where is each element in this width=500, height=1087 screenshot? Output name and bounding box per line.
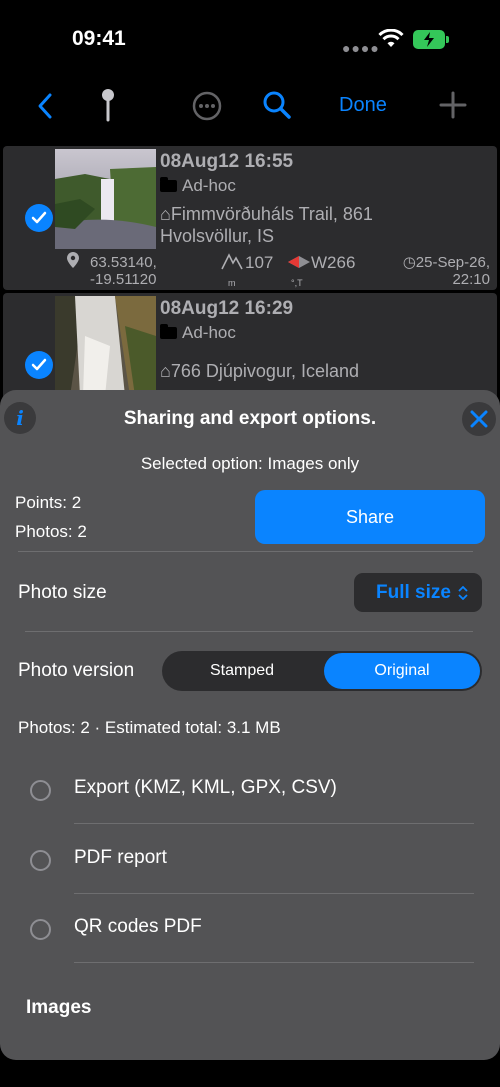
option-pdf-report[interactable]: PDF report [0, 830, 500, 890]
share-button[interactable]: Share [255, 490, 485, 544]
points-count: Points: 2 [15, 493, 82, 512]
photos-count: Photos: 2 [15, 522, 87, 541]
photo-thumbnail[interactable] [55, 296, 156, 396]
divider [18, 551, 473, 552]
address: ⌂766 Djúpivogur, Iceland [160, 361, 360, 381]
altitude-icon [221, 253, 243, 270]
search-icon[interactable] [262, 90, 292, 120]
back-chevron-icon[interactable] [36, 92, 54, 120]
radio-icon[interactable] [30, 919, 51, 940]
list-item[interactable]: 08Aug12 16:55 Ad-hoc ⌂Fimmvörðuháls Trai… [3, 146, 497, 290]
folder-label: Ad-hoc [160, 176, 236, 196]
status-bar: 09:41 ●●●● [0, 0, 500, 80]
divider [74, 823, 474, 824]
checkmark-icon[interactable] [25, 204, 53, 232]
altitude-unit: m [228, 278, 236, 288]
option-label: Export (KMZ, KML, GPX, CSV) [74, 777, 337, 798]
option-export[interactable]: Export (KMZ, KML, GPX, CSV) [0, 760, 500, 820]
compass-icon [288, 256, 310, 268]
selected-option-text: Selected option: Images only [140, 454, 360, 473]
photo-version-segmented-control: Stamped Original [162, 651, 482, 691]
segment-original[interactable]: Original [324, 653, 480, 689]
divider [74, 962, 474, 963]
nav-bar: Done [0, 80, 500, 130]
heading-value: W266 [311, 253, 356, 272]
done-button[interactable]: Done [339, 94, 387, 117]
signal-icon: ●●●● [342, 40, 380, 56]
timestamp: ◷25-Sep-26, 22:10 [402, 254, 490, 288]
photo-size-label: Photo size [18, 582, 107, 603]
more-icon[interactable] [191, 90, 223, 122]
images-section-label[interactable]: Images [26, 997, 91, 1019]
location-pin-icon [67, 252, 79, 268]
folder-label: Ad-hoc [160, 323, 236, 343]
address: ⌂Fimmvörðuháls Trail, 861 Hvolsvöllur, I… [160, 204, 373, 246]
option-label: QR codes PDF [74, 916, 202, 937]
battery-icon [413, 30, 449, 49]
folder-icon [160, 177, 177, 192]
heading-unit: °,T [291, 278, 303, 288]
photo-thumbnail[interactable] [55, 149, 156, 249]
altitude-value: 107 [245, 253, 274, 272]
status-time: 09:41 [72, 27, 126, 50]
divider [25, 631, 473, 632]
checkmark-icon[interactable] [25, 351, 53, 379]
chevron-up-down-icon [458, 586, 468, 600]
home-area [0, 1060, 500, 1087]
photo-title: 08Aug12 16:29 [160, 298, 294, 319]
estimate-text: Photos: 2 · Estimated total: 3.1 MB [18, 718, 281, 737]
divider [74, 893, 474, 894]
wifi-icon [378, 29, 404, 47]
photo-size-select[interactable]: Full size [354, 573, 482, 612]
close-icon[interactable] [462, 402, 496, 436]
photo-title: 08Aug12 16:55 [160, 151, 294, 172]
sheet-title: Sharing and export options. [123, 408, 377, 429]
radio-icon[interactable] [30, 780, 51, 801]
list-item[interactable]: 08Aug12 16:29 Ad-hoc ⌂766 Djúpivogur, Ic… [3, 293, 497, 403]
option-label: PDF report [74, 847, 167, 868]
radio-icon[interactable] [30, 850, 51, 871]
coordinates: 63.53140, -19.51120 [90, 254, 157, 288]
option-qr-codes[interactable]: QR codes PDF [0, 899, 500, 959]
photo-version-label: Photo version [18, 660, 135, 681]
pin-icon[interactable] [100, 88, 116, 122]
folder-icon [160, 324, 177, 339]
share-sheet: i Sharing and export options. Selected o… [0, 390, 500, 1060]
add-icon[interactable] [438, 90, 468, 120]
segment-stamped[interactable]: Stamped [164, 653, 320, 689]
